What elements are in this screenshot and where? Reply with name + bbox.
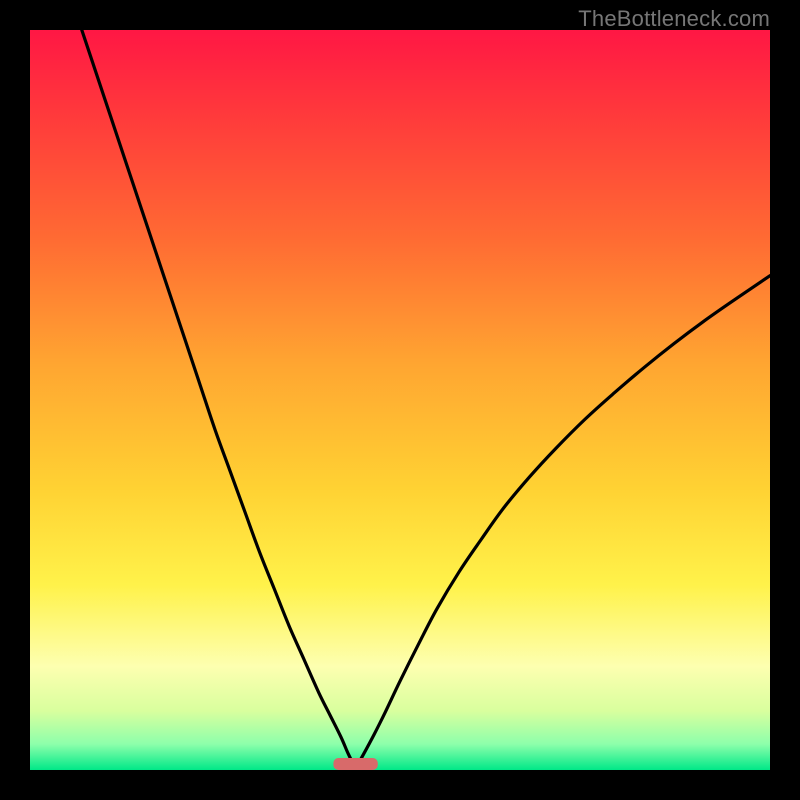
bottleneck-chart [30,30,770,770]
chart-background-gradient [30,30,770,770]
watermark-text: TheBottleneck.com [578,6,770,32]
bottleneck-min-marker [333,758,377,770]
chart-frame [30,30,770,770]
